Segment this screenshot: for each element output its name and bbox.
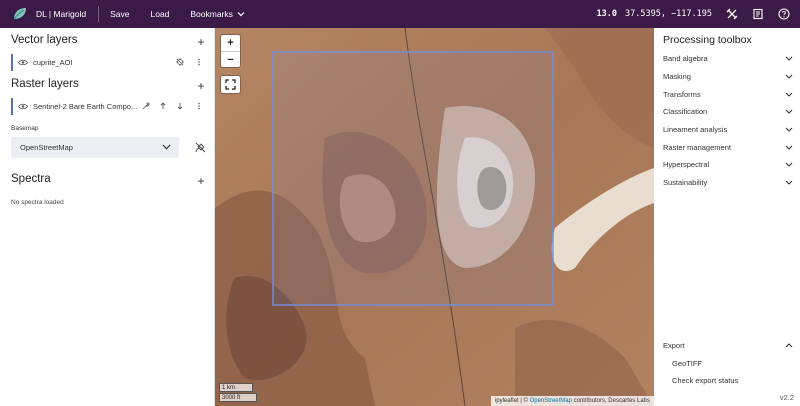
tool-transforms[interactable]: Transforms <box>663 87 793 101</box>
zoom-out-button[interactable]: − <box>221 51 240 67</box>
scale-bar-metric: 1 km <box>219 383 253 392</box>
layers-panel: Vector layers + cuprite_AOI Raster layer… <box>0 28 215 406</box>
raster-layer-name: Sentinel-2 Bare Earth Compo... <box>33 102 138 111</box>
export-section-header[interactable]: Export <box>663 341 685 350</box>
add-vector-layer-button[interactable]: + <box>196 36 206 48</box>
marigold-logo-icon <box>13 8 26 20</box>
version-label: v2.2 <box>779 393 794 402</box>
tool-sustainability[interactable]: Sustainability <box>663 175 793 189</box>
attribution-suffix: contributors, Descartes Labs <box>571 398 650 404</box>
raster-layers-header: Raster layers <box>11 78 79 90</box>
basemap-label: Basemap <box>11 125 39 132</box>
tools-crossed-icon[interactable] <box>726 8 738 20</box>
coordinate-readout: 37.5395, −117.1953 <box>625 9 712 19</box>
tool-label: Sustainability <box>663 177 708 187</box>
toolbox-title: Processing toolbox <box>663 34 752 46</box>
add-spectra-button[interactable]: + <box>196 175 206 187</box>
check-export-status-button[interactable]: Check export status <box>672 376 738 385</box>
save-button[interactable]: Save <box>110 9 129 19</box>
fullscreen-icon <box>225 79 236 90</box>
osm-attribution-link[interactable]: OpenStreetMap <box>530 398 572 404</box>
chevron-down-icon <box>785 56 793 61</box>
tool-label: Classification <box>663 106 708 116</box>
tool-label: Raster management <box>663 142 731 152</box>
tool-lineament-analysis[interactable]: Lineament analysis <box>663 122 793 136</box>
add-raster-layer-button[interactable]: + <box>196 80 206 92</box>
aoi-outline[interactable] <box>272 51 554 306</box>
topbar-right: 13.0 37.5395, −117.1953 <box>597 0 800 28</box>
chevron-down-icon <box>785 162 793 167</box>
chevron-up-icon[interactable] <box>785 343 793 348</box>
raster-layer-row[interactable]: Sentinel-2 Bare Earth Compo... <box>11 98 206 115</box>
chevron-down-icon <box>162 144 171 150</box>
tool-hyperspectral[interactable]: Hyperspectral <box>663 157 793 171</box>
attribution-prefix: ipyleaflet | © <box>494 398 530 404</box>
chevron-down-icon <box>785 127 793 132</box>
more-vertical-icon[interactable] <box>195 58 203 66</box>
tool-label: Transforms <box>663 89 701 99</box>
zoom-in-button[interactable]: + <box>221 35 240 51</box>
wrench-icon[interactable] <box>142 102 150 110</box>
tool-classification[interactable]: Classification <box>663 104 793 118</box>
vector-layers-header: Vector layers <box>11 34 78 46</box>
export-geotiff-button[interactable]: GeoTIFF <box>672 359 702 368</box>
zoom-control: + − <box>221 35 240 67</box>
topbar-divider <box>98 6 100 22</box>
spectra-empty-message: No spectra loaded <box>11 199 64 206</box>
tool-raster-management[interactable]: Raster management <box>663 140 793 154</box>
eye-icon[interactable] <box>18 59 28 66</box>
crosshair-off-icon[interactable] <box>176 58 184 66</box>
arrow-up-icon[interactable] <box>159 102 167 110</box>
load-button[interactable]: Load <box>150 9 169 19</box>
tool-label: Band algebra <box>663 53 708 63</box>
map-view[interactable]: + − 1 km 3000 ft ipyleaflet | © OpenStre… <box>215 28 654 406</box>
processing-toolbox-panel: Processing toolbox Band algebra Masking … <box>654 28 800 406</box>
fullscreen-button[interactable] <box>221 76 240 93</box>
satellite-imagery <box>215 28 654 406</box>
tool-label: Masking <box>663 71 691 81</box>
bookmarks-label: Bookmarks <box>190 9 233 19</box>
spectra-header: Spectra <box>11 173 51 185</box>
basemap-select[interactable]: OpenStreetMap <box>11 137 179 158</box>
notes-icon[interactable] <box>752 8 764 20</box>
map-attribution: ipyleaflet | © OpenStreetMap contributor… <box>490 396 654 406</box>
tool-band-algebra[interactable]: Band algebra <box>663 51 793 65</box>
chevron-down-icon <box>785 92 793 97</box>
chevron-down-icon <box>785 109 793 114</box>
chevron-down-icon <box>785 145 793 150</box>
zoom-level-readout: 13.0 <box>596 9 617 19</box>
more-vertical-icon[interactable] <box>195 102 203 110</box>
chevron-down-icon <box>237 12 245 17</box>
chevron-down-icon <box>785 180 793 185</box>
bookmarks-menu[interactable]: Bookmarks <box>190 9 245 19</box>
app-title: DL | Marigold <box>36 9 87 19</box>
chevron-down-icon <box>785 74 793 79</box>
vector-layer-name: cuprite_AOI <box>33 58 73 67</box>
satellite-off-icon[interactable] <box>195 142 206 153</box>
basemap-select-value: OpenStreetMap <box>20 143 73 152</box>
scale-bar-imperial: 3000 ft <box>219 393 257 402</box>
arrow-down-icon[interactable] <box>176 102 184 110</box>
eye-icon[interactable] <box>18 103 28 110</box>
tool-label: Hyperspectral <box>663 159 710 169</box>
help-icon[interactable] <box>778 8 790 20</box>
tool-masking[interactable]: Masking <box>663 69 793 83</box>
tool-label: Lineament analysis <box>663 124 728 134</box>
top-bar: DL | Marigold Save Load Bookmarks 13.0 3… <box>0 0 800 28</box>
vector-layer-row[interactable]: cuprite_AOI <box>11 54 206 71</box>
